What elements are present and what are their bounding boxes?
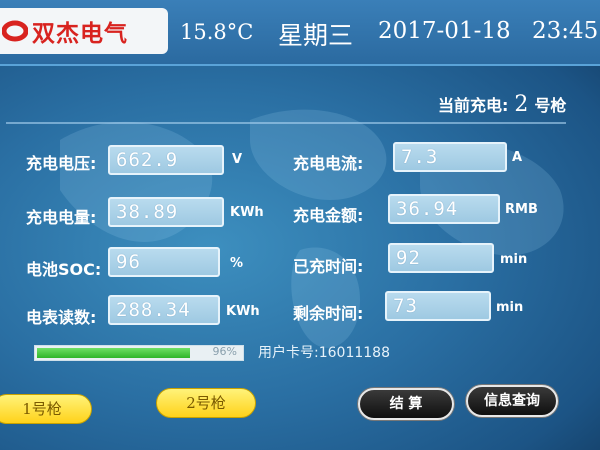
- time-readout: 23:45: [532, 18, 599, 44]
- battery-soc-field: 96: [108, 247, 220, 277]
- gun-2-button[interactable]: 2号枪: [156, 388, 256, 418]
- battery-soc-unit: %: [230, 256, 244, 271]
- charge-amount-unit: RMB: [505, 202, 538, 217]
- charge-amount-label: 充电金额:: [293, 206, 364, 225]
- settle-button[interactable]: 结 算: [358, 388, 454, 420]
- charge-energy-label: 充电电量:: [26, 208, 97, 227]
- current-gun-label: 当前充电:: [438, 96, 509, 115]
- charge-current-label: 充电电流:: [293, 154, 364, 173]
- charge-voltage-field: 662.9: [108, 145, 224, 175]
- battery-soc-label: 电池SOC:: [26, 260, 102, 279]
- remaining-time-field: 73: [385, 291, 491, 321]
- brand-name: 双杰电气: [32, 21, 128, 47]
- temperature-readout: 15.8°C: [180, 20, 254, 44]
- charge-amount-field: 36.94: [388, 194, 500, 224]
- user-card-number: 用户卡号:16011188: [258, 345, 390, 361]
- current-gun-indicator: 当前充电: 2 号枪: [438, 92, 566, 117]
- current-gun-number: 2: [514, 92, 529, 117]
- meter-reading-field: 288.34: [108, 295, 220, 325]
- charge-progress-bar: 96%: [34, 345, 244, 361]
- charge-progress-fill: [37, 348, 190, 358]
- charge-energy-unit: KWh: [230, 205, 264, 220]
- date-readout: 2017-01-18: [378, 18, 511, 44]
- remaining-time-label: 剩余时间:: [293, 304, 364, 323]
- charge-energy-field: 38.89: [108, 197, 224, 227]
- current-gun-suffix: 号枪: [534, 96, 567, 115]
- meter-reading-label: 电表读数:: [26, 308, 97, 327]
- elapsed-time-field: 92: [388, 243, 494, 273]
- charge-current-unit: A: [512, 150, 523, 165]
- brand-mark-icon: [2, 20, 28, 42]
- top-bar: 双杰电气 15.8°C 星期三 2017-01-18 23:45: [0, 0, 600, 66]
- elapsed-time-unit: min: [500, 252, 528, 267]
- meter-reading-unit: KWh: [226, 304, 260, 319]
- remaining-time-unit: min: [496, 300, 524, 315]
- weekday-readout: 星期三: [278, 21, 354, 50]
- elapsed-time-label: 已充时间:: [293, 257, 364, 276]
- charge-progress-text: 96%: [212, 345, 237, 358]
- info-query-button[interactable]: 信息查询: [466, 385, 558, 417]
- gun-1-button[interactable]: 1号枪: [0, 394, 92, 424]
- brand-logo: 双杰电气: [0, 8, 168, 54]
- charger-screen: 双杰电气 15.8°C 星期三 2017-01-18 23:45 当前充电: 2 号…: [0, 0, 600, 450]
- charge-voltage-label: 充电电压:: [26, 154, 97, 173]
- charge-current-field: 7.3: [393, 142, 507, 172]
- charge-voltage-unit: V: [232, 152, 243, 167]
